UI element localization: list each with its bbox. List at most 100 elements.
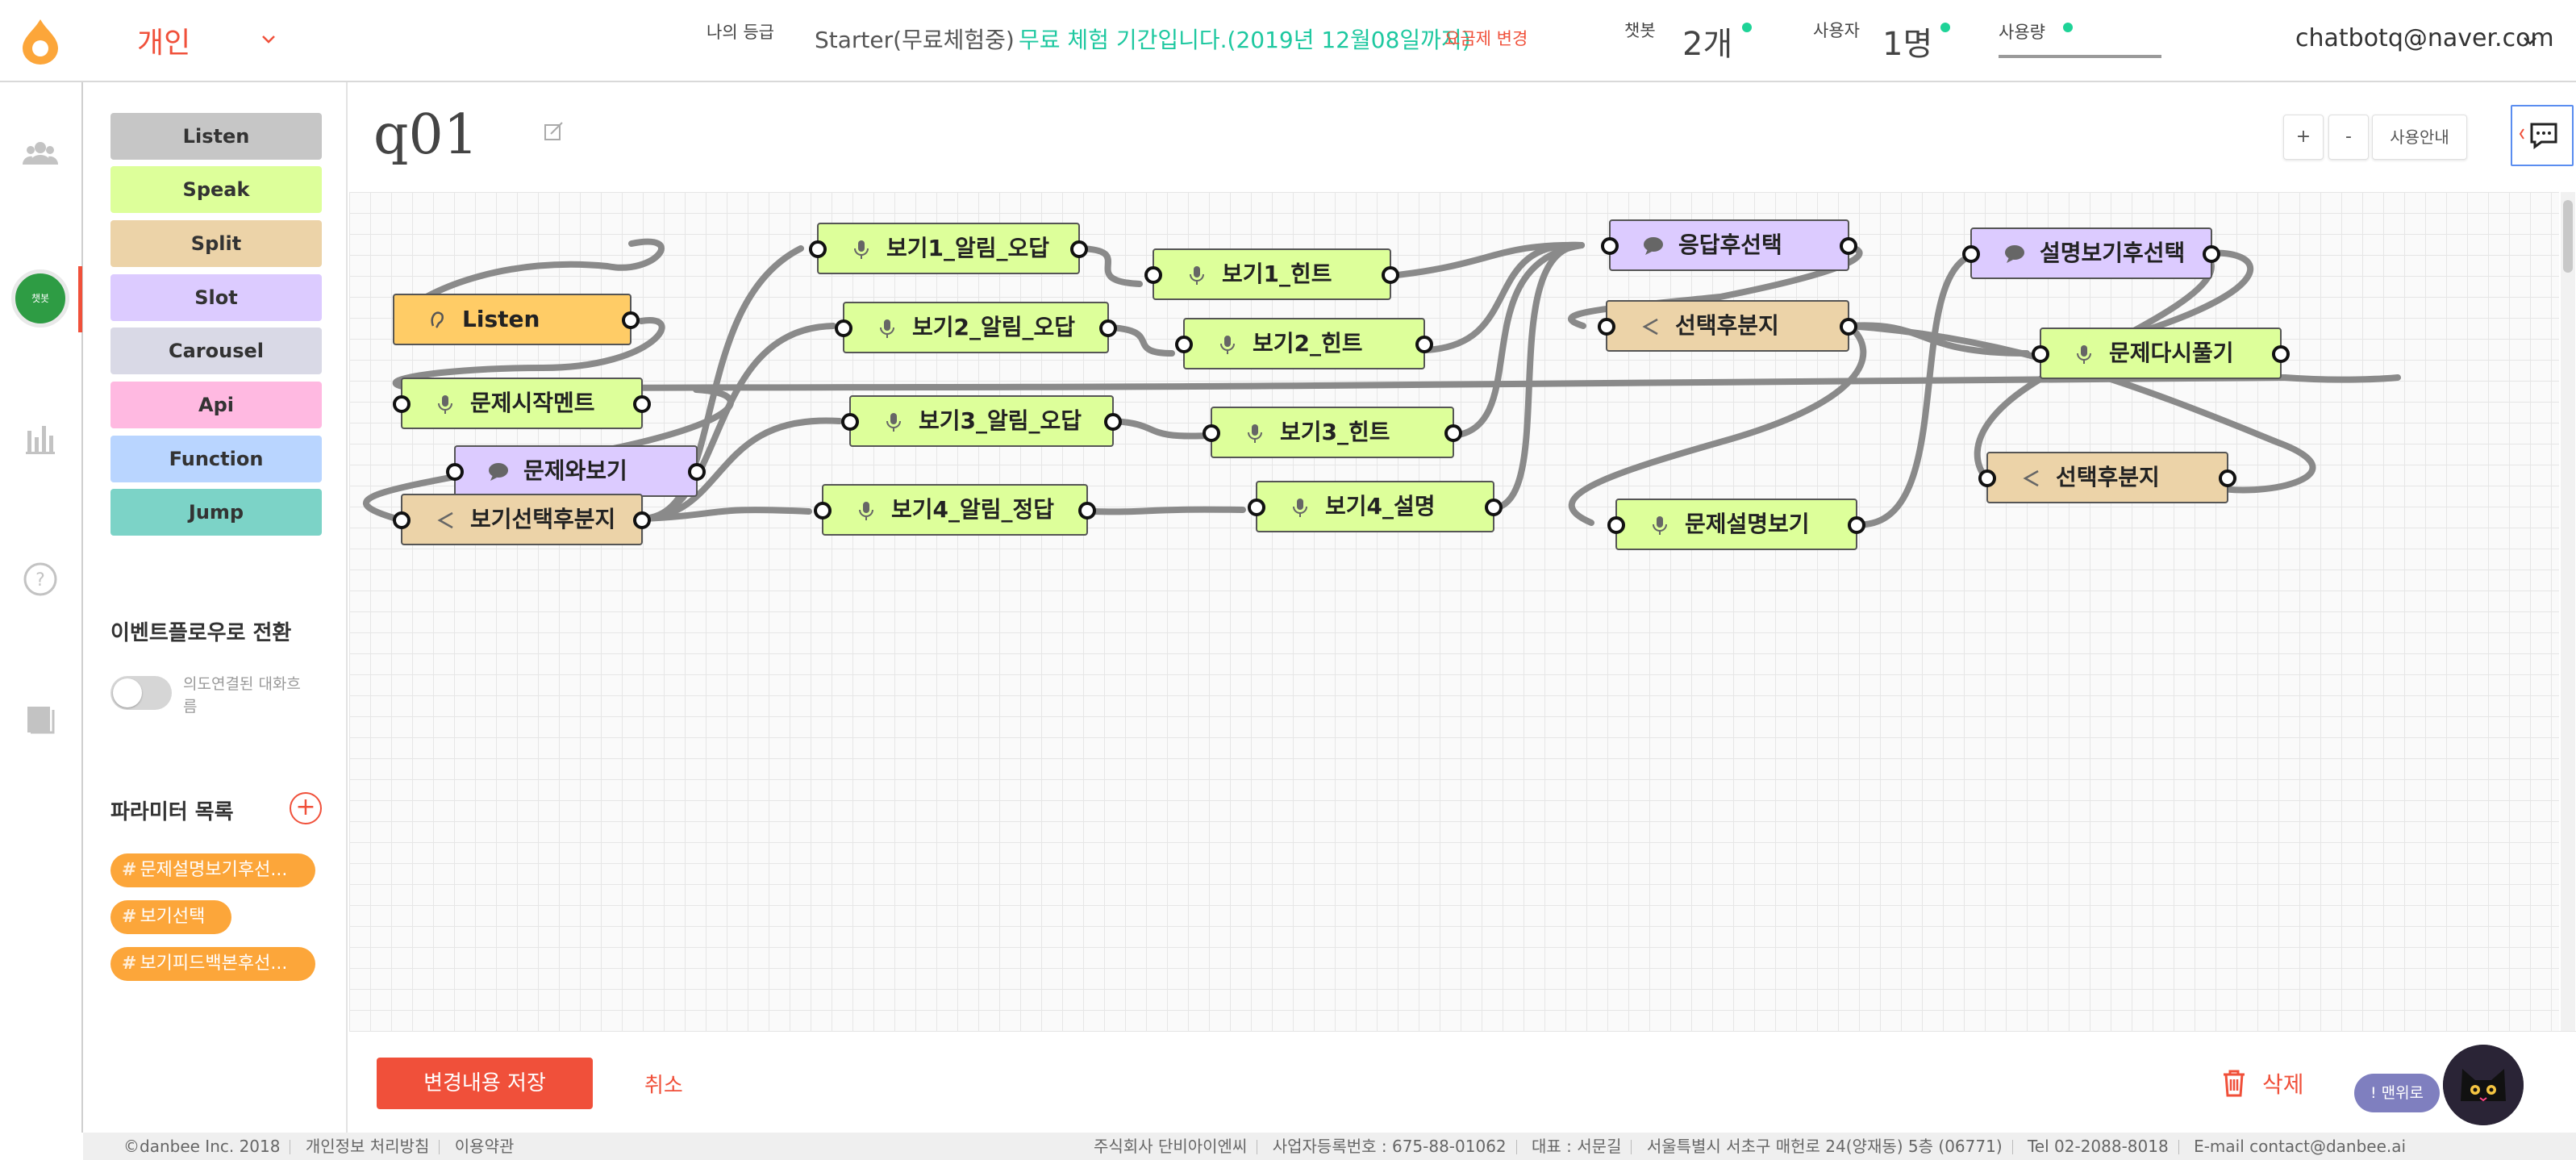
node-output-port[interactable] <box>1415 336 1433 353</box>
palette-function[interactable]: Function <box>110 436 322 482</box>
save-button[interactable]: 변경내용 저장 <box>377 1058 593 1109</box>
node-output-port[interactable] <box>1840 237 1857 255</box>
node-input-port[interactable] <box>1203 424 1220 442</box>
node-output-port[interactable] <box>1848 516 1865 534</box>
event-flow-toggle[interactable] <box>110 676 172 710</box>
node-split[interactable]: 선택후분지 <box>1978 452 2236 503</box>
palette-carousel[interactable]: Carousel <box>110 328 322 374</box>
node-speak[interactable]: 보기4_알림_정답 <box>814 484 1096 536</box>
node-output-port[interactable] <box>1099 319 1117 337</box>
node-output-port[interactable] <box>633 511 651 529</box>
account-email[interactable]: chatbotq@naver.com <box>2295 24 2554 52</box>
node-output-port[interactable] <box>1104 413 1122 431</box>
node-output-port[interactable] <box>1444 424 1462 442</box>
node-input-port[interactable] <box>1962 245 1980 263</box>
node-output-port[interactable] <box>622 311 640 329</box>
node-input-port[interactable] <box>1607 516 1625 534</box>
palette-split[interactable]: Split <box>110 220 322 267</box>
node-input-port[interactable] <box>841 413 859 431</box>
help-icon[interactable]: ? <box>23 561 58 597</box>
add-param-button[interactable]: + <box>290 792 322 824</box>
param-chip[interactable]: # 보기피드백본후선... <box>110 947 315 981</box>
node-speak[interactable]: 보기3_알림_오답 <box>841 395 1122 447</box>
palette-slot[interactable]: Slot <box>110 274 322 321</box>
node-input-port[interactable] <box>1248 499 1265 516</box>
zoom-out-button[interactable]: - <box>2328 115 2369 160</box>
node-input-port[interactable] <box>814 502 832 519</box>
node-input-port[interactable] <box>1978 469 1996 487</box>
vertical-scrollbar[interactable] <box>2561 192 2575 1031</box>
param-name: 보기피드백본후선... <box>140 953 288 974</box>
node-speak[interactable]: 보기2_힌트 <box>1175 318 1433 369</box>
node-speak[interactable]: 문제다시풀기 <box>2032 328 2290 379</box>
chevron-down-icon[interactable] <box>2520 31 2541 52</box>
node-label: 보기1_힌트 <box>1222 261 1332 287</box>
node-listen[interactable]: Listen <box>393 294 640 345</box>
node-input-port[interactable] <box>1144 266 1162 284</box>
node-input-port[interactable] <box>1598 318 1615 336</box>
chart-icon[interactable] <box>23 419 58 455</box>
back-to-top-button[interactable]: ! 맨위로 <box>2354 1074 2440 1112</box>
node-speak[interactable]: 문제설명보기 <box>1607 499 1865 550</box>
node-input-port[interactable] <box>393 395 411 413</box>
chat-panel-toggle[interactable] <box>2511 105 2574 166</box>
node-input-port[interactable] <box>2032 345 2049 363</box>
node-speak[interactable]: 보기1_알림_오답 <box>809 223 1088 274</box>
flow-canvas[interactable]: Listen 문제시작멘트 문제와보기 보기선택후분지 보기1_알림_오답 보기… <box>349 192 2559 1031</box>
chatbot-avatar[interactable]: 챗봇 <box>11 269 69 328</box>
privacy-link[interactable]: 개인정보 처리방침 <box>306 1137 430 1156</box>
terms-link[interactable]: 이용약관 <box>455 1137 515 1156</box>
zoom-in-button[interactable]: + <box>2283 115 2324 160</box>
node-output-port[interactable] <box>1840 318 1857 336</box>
cancel-button[interactable]: 취소 <box>644 1069 683 1099</box>
node-split[interactable]: 보기선택후분지 <box>393 494 651 545</box>
danbee-logo[interactable] <box>18 18 63 65</box>
node-speak[interactable]: 보기1_힌트 <box>1144 248 1399 300</box>
chevron-down-icon[interactable] <box>256 27 281 52</box>
microphone-icon <box>1190 266 1204 285</box>
node-split[interactable]: 선택후분지 <box>1598 300 1857 352</box>
node-speak[interactable]: 보기4_설명 <box>1248 481 1503 532</box>
node-output-port[interactable] <box>1485 499 1503 516</box>
node-output-port[interactable] <box>633 395 651 413</box>
delete-button[interactable]: 삭제 <box>2220 1067 2304 1099</box>
plan-change-link[interactable]: 요금제 변경 <box>1444 26 1528 50</box>
node-speak[interactable]: 보기3_힌트 <box>1203 407 1462 458</box>
palette-speak[interactable]: Speak <box>110 166 322 213</box>
workspace-selector[interactable]: 개인 <box>137 19 190 61</box>
node-slot[interactable]: 문제와보기 <box>446 445 706 497</box>
guide-button[interactable]: 사용안내 <box>2372 115 2467 160</box>
connection-lines <box>363 238 2401 528</box>
palette-api[interactable]: Api <box>110 382 322 428</box>
microphone-icon <box>1293 499 1307 517</box>
cat-chatbot-icon[interactable] <box>2443 1045 2524 1125</box>
palette-listen[interactable]: Listen <box>110 113 322 160</box>
node-speak[interactable]: 보기2_알림_오답 <box>835 302 1117 353</box>
book-icon[interactable] <box>23 702 58 737</box>
node-output-port[interactable] <box>2219 469 2236 487</box>
node-input-port[interactable] <box>446 463 464 481</box>
node-input-port[interactable] <box>809 240 827 258</box>
edit-icon[interactable] <box>543 121 565 144</box>
node-input-port[interactable] <box>835 319 852 337</box>
node-output-port[interactable] <box>2272 345 2290 363</box>
palette-jump[interactable]: Jump <box>110 489 322 536</box>
node-output-port[interactable] <box>688 463 706 481</box>
node-output-port[interactable] <box>1078 502 1096 519</box>
param-chip[interactable]: # 보기선택 <box>110 900 231 934</box>
scrollbar-thumb[interactable] <box>2563 200 2573 273</box>
ceo-name: 대표 : 서문길 <box>1532 1137 1622 1156</box>
node-label: 보기1_알림_오답 <box>886 235 1050 261</box>
node-slot[interactable]: 응답후선택 <box>1601 219 1857 271</box>
node-input-port[interactable] <box>1601 237 1619 255</box>
params-title: 파라미터 목록 <box>110 800 234 824</box>
node-output-port[interactable] <box>2203 245 2220 263</box>
node-input-port[interactable] <box>393 511 411 529</box>
node-slot[interactable]: 설명보기후선택 <box>1962 227 2220 279</box>
node-output-port[interactable] <box>1070 240 1088 258</box>
node-output-port[interactable] <box>1382 266 1399 284</box>
node-input-port[interactable] <box>1175 336 1193 353</box>
param-chip[interactable]: # 문제설명보기후선... <box>110 853 315 887</box>
node-speak[interactable]: 문제시작멘트 <box>393 378 651 429</box>
users-icon[interactable] <box>23 136 58 171</box>
